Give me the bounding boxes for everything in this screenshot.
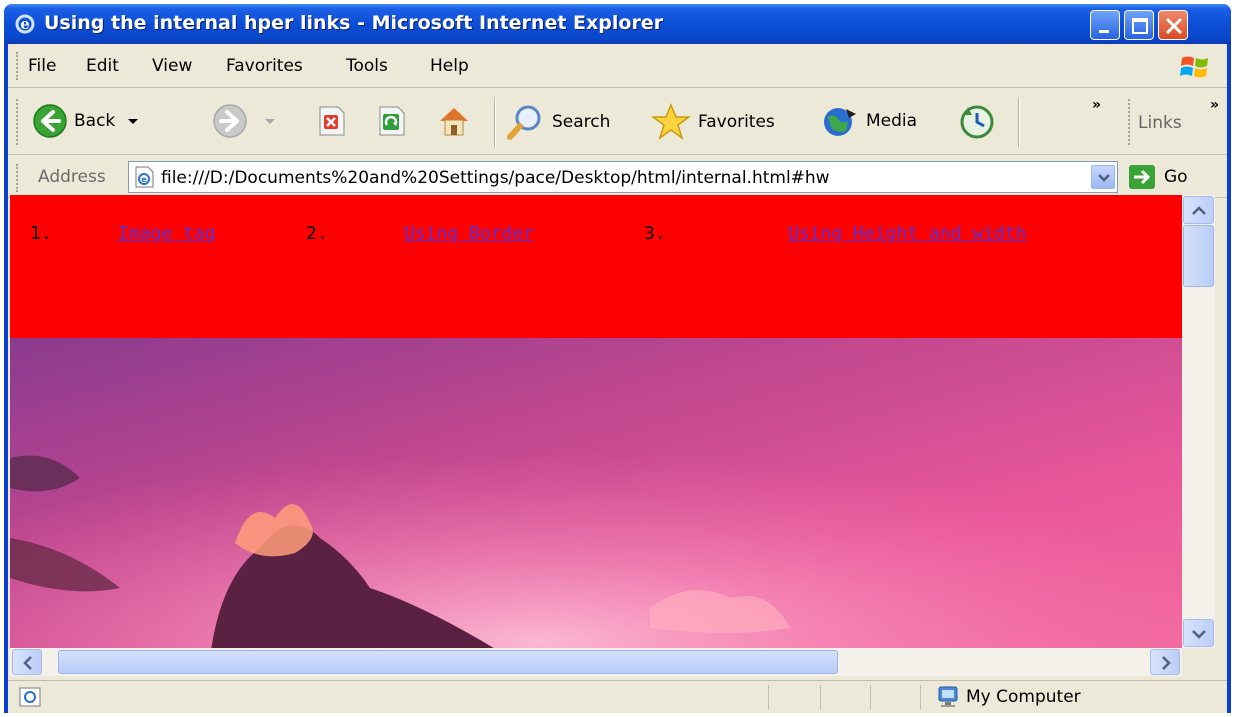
- vertical-scroll-thumb[interactable]: [1183, 225, 1214, 287]
- media-globe-icon: [824, 108, 856, 136]
- menu-grip[interactable]: [16, 52, 19, 80]
- links-overflow-chevron[interactable]: »: [1210, 97, 1219, 113]
- favorites-button[interactable]: Favorites: [650, 103, 775, 141]
- close-button[interactable]: [1158, 10, 1188, 40]
- ie-logo-icon: e: [15, 14, 35, 34]
- scroll-down-button[interactable]: [1183, 619, 1214, 647]
- status-pane: [768, 685, 820, 709]
- media-label: Media: [866, 111, 918, 131]
- address-label: Address: [38, 167, 106, 187]
- menu-view[interactable]: View: [152, 56, 192, 76]
- security-zone-label: My Computer: [966, 687, 1081, 707]
- windows-logo-icon: [1180, 56, 1208, 78]
- horizontal-scroll-thumb[interactable]: [58, 650, 838, 674]
- link-number-3: 3.: [644, 223, 666, 244]
- links-label[interactable]: Links: [1138, 113, 1182, 133]
- back-dropdown-icon[interactable]: [125, 113, 141, 129]
- maximize-button[interactable]: [1124, 10, 1154, 40]
- forward-arrow-icon: [213, 104, 247, 138]
- sunset-sky-image: [10, 338, 1182, 648]
- star-icon: [650, 103, 692, 140]
- toolbar-grip[interactable]: [16, 99, 19, 145]
- close-icon: [1165, 17, 1183, 35]
- title-bar[interactable]: e Using the internal hper links - Micros…: [4, 4, 1231, 44]
- menu-favorites[interactable]: Favorites: [226, 56, 303, 76]
- menu-tools[interactable]: Tools: [346, 56, 388, 76]
- link-banner: 1. Image tag 2. Using Border 3. Using He…: [10, 195, 1182, 338]
- menu-edit[interactable]: Edit: [86, 56, 119, 76]
- my-computer-icon: [938, 686, 958, 707]
- svg-text:e: e: [20, 15, 30, 33]
- horizontal-scrollbar[interactable]: [10, 648, 1182, 676]
- address-grip[interactable]: [16, 164, 19, 192]
- forward-button[interactable]: [212, 103, 278, 139]
- minimize-icon: [1099, 30, 1109, 33]
- svg-text:e: e: [141, 175, 147, 184]
- go-label: Go: [1164, 167, 1188, 187]
- minimize-button[interactable]: [1090, 10, 1120, 40]
- scroll-left-button[interactable]: [12, 649, 42, 675]
- page-icon: e: [135, 166, 154, 188]
- refresh-icon: [379, 106, 405, 136]
- back-button[interactable]: Back: [32, 103, 141, 139]
- link-using-height-width[interactable]: Using Height and width: [788, 223, 1026, 244]
- chevron-left-icon: [23, 656, 32, 670]
- maximize-icon: [1132, 18, 1148, 34]
- status-pane: [870, 685, 920, 709]
- link-number-2: 2.: [306, 223, 328, 244]
- vertical-scrollbar[interactable]: [1182, 195, 1215, 648]
- stop-icon: [319, 106, 345, 136]
- links-grip[interactable]: [1128, 99, 1131, 145]
- back-label: Back: [74, 111, 116, 131]
- history-button[interactable]: [958, 103, 996, 141]
- stop-button[interactable]: [316, 105, 348, 137]
- chevron-down-icon: [1192, 630, 1206, 639]
- scroll-right-button[interactable]: [1150, 649, 1180, 675]
- scroll-up-button[interactable]: [1183, 196, 1214, 224]
- link-using-border[interactable]: Using Border: [404, 223, 534, 244]
- menu-file[interactable]: File: [28, 56, 56, 76]
- go-arrow-icon: [1129, 165, 1155, 189]
- back-arrow-icon: [33, 104, 67, 138]
- chevron-up-icon: [1192, 206, 1206, 215]
- home-icon: [440, 108, 468, 136]
- page-viewport: 1. Image tag 2. Using Border 3. Using He…: [10, 195, 1182, 648]
- address-dropdown-button[interactable]: [1091, 165, 1115, 189]
- history-icon: [960, 105, 994, 139]
- search-button[interactable]: Search: [506, 103, 610, 141]
- toolbar-separator: [1018, 97, 1020, 147]
- refresh-button[interactable]: [376, 105, 408, 137]
- chevron-right-icon: [1162, 656, 1171, 670]
- chevron-down-icon: [1098, 174, 1110, 182]
- toolbar-overflow-chevron[interactable]: »: [1092, 97, 1101, 113]
- scrollbar-corner: [1182, 648, 1215, 676]
- address-input[interactable]: e file:///D:/Documents%20and%20Settings/…: [128, 161, 1118, 193]
- status-pane: [820, 685, 870, 709]
- window-title: Using the internal hper links - Microsof…: [44, 12, 664, 34]
- link-image-tag[interactable]: Image tag: [118, 223, 216, 244]
- standard-toolbar: Back Search Favorites Media » Links »: [8, 89, 1227, 155]
- page-status-icon: [19, 687, 41, 707]
- favorites-label: Favorites: [698, 112, 775, 132]
- link-number-1: 1.: [30, 223, 52, 244]
- toolbar-separator: [494, 97, 496, 147]
- go-button[interactable]: Go: [1128, 164, 1188, 190]
- media-button[interactable]: Media: [820, 103, 917, 139]
- menu-help[interactable]: Help: [430, 56, 469, 76]
- search-label: Search: [552, 112, 611, 132]
- search-icon: [507, 105, 541, 140]
- status-bar: My Computer: [8, 680, 1227, 713]
- menu-bar: File Edit View Favorites Tools Help: [8, 44, 1227, 88]
- forward-dropdown-icon[interactable]: [262, 113, 278, 129]
- address-url: file:///D:/Documents%20and%20Settings/pa…: [161, 168, 830, 188]
- home-button[interactable]: [436, 103, 472, 139]
- address-bar: Address e file:///D:/Documents%20and%20S…: [8, 156, 1227, 198]
